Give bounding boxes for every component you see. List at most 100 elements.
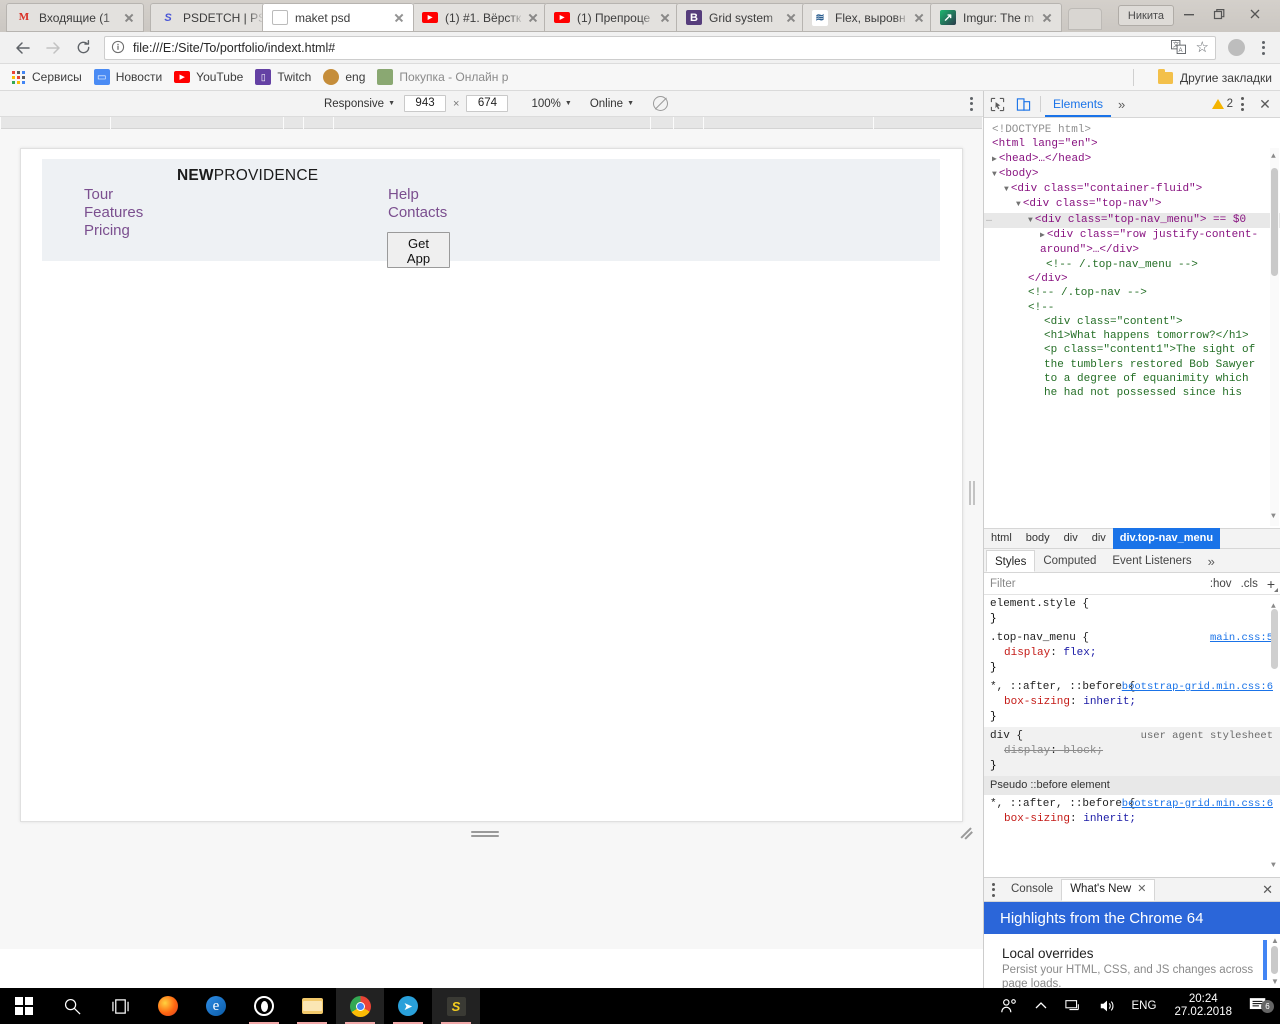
translate-icon[interactable]: 文A [1171, 40, 1187, 55]
breadcrumb-div-1[interactable]: div [1057, 528, 1085, 549]
collapse-arrow-icon[interactable]: ▼ [1016, 200, 1021, 209]
dom-line[interactable]: <html lang="en"> [984, 137, 1280, 151]
viewport-resize-handle-bottom[interactable] [471, 831, 499, 839]
nav-link-pricing[interactable]: Pricing [84, 222, 143, 240]
viewport-resize-handle-corner[interactable] [960, 824, 976, 840]
style-declaration[interactable]: display: flex; [990, 646, 1273, 661]
tab-elements[interactable]: Elements [1045, 91, 1111, 117]
tab-computed[interactable]: Computed [1035, 550, 1104, 572]
whats-new-scrollbar[interactable]: ▲ ▼ [1270, 936, 1279, 986]
volume-icon[interactable] [1090, 998, 1124, 1014]
zoom-dropdown[interactable]: 100% ▼ [522, 94, 580, 114]
device-toolbar-menu-button[interactable] [970, 97, 973, 111]
browser-tab[interactable]: B Grid system [676, 3, 806, 32]
browser-tab[interactable]: ≋ Flex, выровн [802, 3, 934, 32]
profile-button[interactable]: Никита [1118, 5, 1174, 26]
scrollbar-thumb[interactable] [1271, 609, 1278, 669]
dom-tree-scrollbar[interactable]: ▲ ▼ [1270, 148, 1279, 526]
no-throttling-icon[interactable] [653, 96, 668, 111]
devtools-menu-button[interactable] [1233, 97, 1252, 111]
more-sidebar-tabs-icon[interactable]: » [1200, 550, 1223, 572]
dom-line[interactable]: ▼<body> [984, 167, 1280, 182]
firefox-button[interactable] [144, 988, 192, 1024]
browser-tab[interactable]: M Входящие (1 [6, 3, 144, 32]
whats-new-item[interactable]: Local overrides Persist your HTML, CSS, … [1002, 946, 1263, 989]
bookmark-item[interactable]: Покупка - Онлайн р [373, 67, 515, 88]
dom-line[interactable]: ▼<div class="top-nav"> [984, 197, 1280, 212]
dom-line[interactable]: <!-- [984, 301, 1280, 315]
start-button[interactable] [0, 988, 48, 1024]
style-selector[interactable]: element.style { [990, 597, 1273, 612]
dom-line[interactable]: <p class="content1">The sight of the tum… [984, 343, 1280, 400]
inspect-element-icon[interactable] [984, 91, 1010, 117]
nav-link-features[interactable]: Features [84, 204, 143, 222]
collapse-arrow-icon[interactable]: ▼ [1004, 185, 1009, 194]
close-icon[interactable] [1038, 9, 1056, 27]
bookmark-item[interactable]: eng [319, 67, 372, 88]
scroll-down-icon[interactable]: ▼ [1271, 510, 1276, 524]
scroll-up-icon[interactable]: ▲ [1271, 150, 1276, 164]
style-declaration[interactable]: box-sizing: inherit; [990, 812, 1273, 827]
new-style-rule-button[interactable]: + [1267, 576, 1275, 592]
minimize-button[interactable] [1174, 0, 1204, 27]
style-rule[interactable]: main.css:5 .top-nav_menu { display: flex… [984, 629, 1280, 678]
nav-link-contacts[interactable]: Contacts [388, 204, 447, 222]
telegram-button[interactable]: ➤ [384, 988, 432, 1024]
scroll-down-icon[interactable]: ▼ [1271, 977, 1279, 986]
edge-button[interactable]: e [192, 988, 240, 1024]
drawer-tab-whats-new[interactable]: What's New ✕ [1061, 879, 1155, 901]
bookmark-item[interactable]: ▶ YouTube [170, 67, 250, 88]
breadcrumb-div-2[interactable]: div [1085, 528, 1113, 549]
tab-event-listeners[interactable]: Event Listeners [1104, 550, 1199, 572]
get-app-button[interactable]: Get App [387, 232, 450, 268]
toggle-device-toolbar-icon[interactable] [1010, 91, 1036, 117]
sublime-button[interactable]: S [432, 988, 480, 1024]
cls-toggle[interactable]: .cls [1241, 578, 1258, 590]
drawer-menu-button[interactable] [984, 883, 1003, 897]
bookmark-item[interactable]: ▭ Новости [90, 67, 169, 88]
browser-tab-active[interactable]: maket psd [262, 3, 414, 32]
overflow-dots-icon[interactable]: … [986, 213, 993, 227]
scroll-down-icon[interactable]: ▼ [1271, 858, 1276, 873]
styles-filter-input[interactable]: Filter [990, 578, 1016, 590]
bookmark-item[interactable]: ▯ Twitch [251, 67, 318, 88]
dom-line[interactable]: ▶<head>…</head> [984, 152, 1280, 167]
opera-button[interactable] [240, 988, 288, 1024]
scrollbar-thumb[interactable] [1271, 946, 1278, 974]
browser-tab[interactable]: ↗ Imgur: The m [930, 3, 1062, 32]
file-explorer-button[interactable] [288, 988, 336, 1024]
devtools-split-handle[interactable] [969, 481, 975, 505]
drawer-tab-console[interactable]: Console [1003, 879, 1061, 901]
whats-new-list[interactable]: Local overrides Persist your HTML, CSS, … [984, 934, 1280, 989]
show-hidden-icons-chevron[interactable] [1026, 1000, 1056, 1012]
dom-line[interactable]: <!-- /.top-nav --> [984, 286, 1280, 300]
address-bar[interactable]: file:///E:/Site/To/portfolio/indext.html… [104, 36, 1216, 60]
scrollbar-thumb[interactable] [1271, 168, 1278, 276]
close-icon[interactable] [910, 9, 928, 27]
devtools-close-icon[interactable]: ✕ [1252, 91, 1278, 117]
page-viewport[interactable]: NEWPROVIDENCE Tour Features Pricing Help… [20, 148, 963, 822]
close-icon[interactable] [524, 9, 542, 27]
hov-toggle[interactable]: :hov [1210, 578, 1232, 590]
styles-rules-list[interactable]: element.style { } main.css:5 .top-nav_me… [984, 595, 1280, 877]
bookmark-item[interactable]: Сервисы [6, 67, 89, 88]
close-icon[interactable] [656, 9, 674, 27]
style-source-link[interactable]: main.css:5 [1210, 631, 1273, 646]
dom-tree[interactable]: <!DOCTYPE html> <html lang="en"> ▶<head>… [984, 118, 1280, 528]
browser-tab[interactable]: (1) Препроце [544, 3, 680, 32]
dom-line[interactable]: </div> [984, 272, 1280, 286]
chrome-menu-button[interactable] [1252, 35, 1274, 61]
style-rule[interactable]: bootstrap-grid.min.css:6 *, ::after, ::b… [984, 795, 1280, 829]
dom-line[interactable]: <div class="content"> [984, 315, 1280, 329]
close-icon[interactable] [782, 9, 800, 27]
action-center-button[interactable]: 6 [1242, 996, 1280, 1016]
style-declaration[interactable]: box-sizing: inherit; [990, 695, 1273, 710]
nav-link-help[interactable]: Help [388, 186, 447, 204]
close-icon[interactable] [120, 9, 138, 27]
network-throttle-dropdown[interactable]: Online ▼ [581, 94, 643, 114]
viewport-height-input[interactable]: 674 [466, 95, 508, 112]
people-icon[interactable] [992, 997, 1026, 1015]
style-source-link[interactable]: bootstrap-grid.min.css:6 [1122, 680, 1273, 695]
style-source-link[interactable]: bootstrap-grid.min.css:6 [1122, 797, 1273, 812]
style-rule-user-agent[interactable]: user agent stylesheet div { display: blo… [984, 727, 1280, 776]
